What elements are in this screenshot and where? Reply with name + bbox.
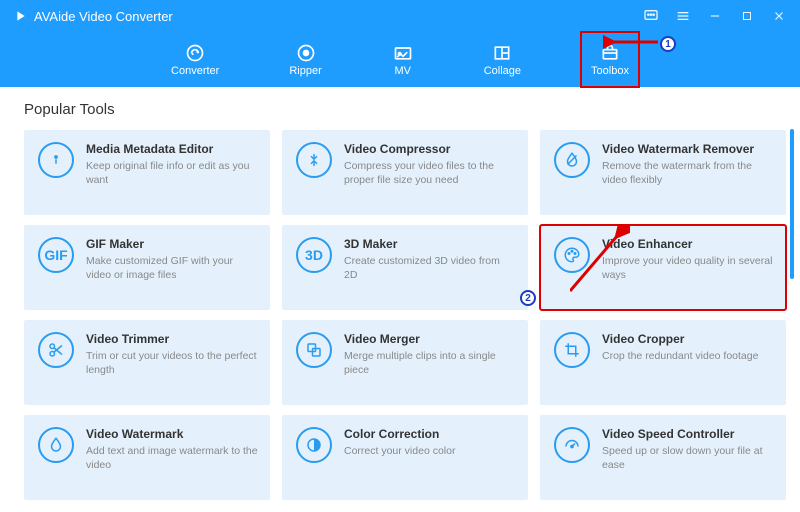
nav-label: Collage	[484, 65, 521, 77]
content-area: Popular Tools Media Metadata Editor Keep …	[0, 87, 800, 512]
tool-title: Video Compressor	[344, 142, 516, 156]
speed-icon	[554, 427, 590, 463]
tool-title: 3D Maker	[344, 237, 516, 251]
tools-grid: Media Metadata Editor Keep original file …	[24, 130, 780, 500]
color-icon	[296, 427, 332, 463]
tool-desc: Keep original file info or edit as you w…	[86, 159, 258, 187]
tool-title: Video Trimmer	[86, 332, 258, 346]
3d-icon: 3D	[296, 237, 332, 273]
nav-mv[interactable]: MV	[382, 32, 424, 87]
tool-desc: Improve your video quality in several wa…	[602, 254, 774, 282]
tool-card[interactable]: Color Correction Correct your video color	[282, 415, 528, 500]
tool-card[interactable]: Media Metadata Editor Keep original file …	[24, 130, 270, 215]
tool-title: Video Watermark	[86, 427, 258, 441]
tool-card[interactable]: Video Trimmer Trim or cut your videos to …	[24, 320, 270, 405]
tool-title: Video Cropper	[602, 332, 774, 346]
tool-card[interactable]: Video Watermark Remover Remove the waterm…	[540, 130, 786, 215]
tool-title: Video Enhancer	[602, 237, 774, 251]
tool-card[interactable]: Video Watermark Add text and image waterm…	[24, 415, 270, 500]
section-title: Popular Tools	[24, 101, 780, 118]
tool-card[interactable]: Video Speed Controller Speed up or slow d…	[540, 415, 786, 500]
app-logo: AVAide Video Converter	[12, 8, 173, 24]
crop-icon	[554, 332, 590, 368]
tool-title: Video Merger	[344, 332, 516, 346]
tool-title: Media Metadata Editor	[86, 142, 258, 156]
tool-desc: Add text and image watermark to the vide…	[86, 444, 258, 472]
nav-collage[interactable]: Collage	[474, 32, 531, 87]
tool-desc: Speed up or slow down your file at ease	[602, 444, 774, 472]
palette-icon	[554, 237, 590, 273]
tool-desc: Compress your video files to the proper …	[344, 159, 516, 187]
maximize-icon[interactable]	[738, 7, 756, 25]
menu-icon[interactable]	[674, 7, 692, 25]
tool-desc: Make customized GIF with your video or i…	[86, 254, 258, 282]
tool-desc: Correct your video color	[344, 444, 516, 458]
close-icon[interactable]	[770, 7, 788, 25]
tool-title: Video Watermark Remover	[602, 142, 774, 156]
tool-card[interactable]: Video Enhancer Improve your video quality…	[540, 225, 786, 310]
compress-icon	[296, 142, 332, 178]
info-icon	[38, 142, 74, 178]
tool-card[interactable]: Video Merger Merge multiple clips into a …	[282, 320, 528, 405]
tool-card[interactable]: 3D 3D Maker Create customized 3D video fro…	[282, 225, 528, 310]
tool-title: GIF Maker	[86, 237, 258, 251]
merge-icon	[296, 332, 332, 368]
minimize-icon[interactable]	[706, 7, 724, 25]
title-bar: AVAide Video Converter	[0, 0, 800, 32]
nav-toolbox[interactable]: Toolbox	[581, 32, 639, 87]
tool-title: Video Speed Controller	[602, 427, 774, 441]
app-title: AVAide Video Converter	[34, 9, 173, 24]
nav-ripper[interactable]: Ripper	[279, 32, 331, 87]
tool-desc: Trim or cut your videos to the perfect l…	[86, 349, 258, 377]
tool-desc: Merge multiple clips into a single piece	[344, 349, 516, 377]
tool-desc: Remove the watermark from the video flex…	[602, 159, 774, 187]
nav-converter[interactable]: Converter	[161, 32, 229, 87]
wm-remove-icon	[554, 142, 590, 178]
gif-icon: GIF	[38, 237, 74, 273]
tool-card[interactable]: Video Cropper Crop the redundant video fo…	[540, 320, 786, 405]
tool-title: Color Correction	[344, 427, 516, 441]
nav-label: MV	[394, 65, 411, 77]
scrollbar[interactable]	[790, 129, 794, 279]
scissors-icon	[38, 332, 74, 368]
nav-label: Converter	[171, 65, 219, 77]
tool-desc: Crop the redundant video footage	[602, 349, 774, 363]
nav-label: Ripper	[289, 65, 321, 77]
tool-card[interactable]: GIF GIF Maker Make customized GIF with you…	[24, 225, 270, 310]
drop-icon	[38, 427, 74, 463]
main-nav: Converter Ripper MV Collage Toolbox	[0, 32, 800, 87]
feedback-icon[interactable]	[642, 7, 660, 25]
nav-label: Toolbox	[591, 65, 629, 77]
tool-card[interactable]: Video Compressor Compress your video file…	[282, 130, 528, 215]
tool-desc: Create customized 3D video from 2D	[344, 254, 516, 282]
